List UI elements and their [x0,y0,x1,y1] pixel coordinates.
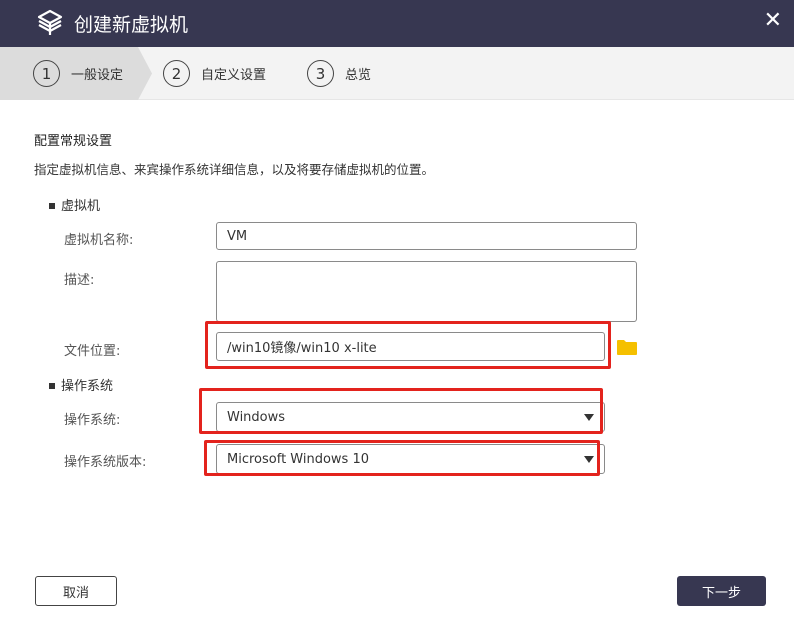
qnap-cube-icon [37,9,63,35]
dropdown-arrow-icon [584,414,594,421]
dropdown-arrow-icon [584,456,594,463]
step-number: 3 [307,60,334,87]
window-title: 创建新虚拟机 [74,14,189,36]
wizard-steps: 1 一般设定 2 自定义设置 3 总览 [0,47,794,100]
title-bar: 创建新虚拟机 ✕ [0,0,794,47]
os-version-select[interactable]: Microsoft Windows 10 [216,444,605,474]
file-location-input[interactable] [216,332,605,361]
bullet-square-icon [49,382,55,389]
step-number: 1 [33,60,60,87]
bullet-square-icon [49,202,55,209]
description-label: 描述: [64,273,95,288]
file-location-label: 文件位置: [64,344,121,359]
section-description: 指定虚拟机信息、来宾操作系统详细信息，以及将要存储虚拟机的位置。 [34,162,435,177]
os-group-heading: 操作系统 [49,375,113,394]
os-selected-value: Windows [227,409,286,425]
group-label: 操作系统 [61,379,114,394]
vm-name-input[interactable] [216,222,637,250]
step-overview[interactable]: 3 总览 [307,47,371,100]
os-select[interactable]: Windows [216,402,605,432]
cancel-button[interactable]: 取消 [35,576,117,606]
vm-name-label: 虚拟机名称: [64,233,134,248]
step-custom-settings[interactable]: 2 自定义设置 [163,47,266,100]
next-button[interactable]: 下一步 [677,576,766,606]
description-textarea[interactable] [216,261,637,322]
group-label: 虚拟机 [61,199,101,214]
folder-icon[interactable] [616,339,638,356]
step-number: 2 [163,60,190,87]
step-label: 总览 [345,68,372,83]
os-version-label: 操作系统版本: [64,455,147,470]
step-label: 自定义设置 [201,68,267,83]
section-title: 配置常规设置 [34,134,113,149]
step-general[interactable]: 1 一般设定 [33,47,123,100]
os-label: 操作系统: [64,413,121,428]
close-icon[interactable]: ✕ [764,8,782,33]
os-version-selected-value: Microsoft Windows 10 [227,451,369,467]
step-label: 一般设定 [71,68,124,83]
vm-group-heading: 虚拟机 [49,195,100,214]
